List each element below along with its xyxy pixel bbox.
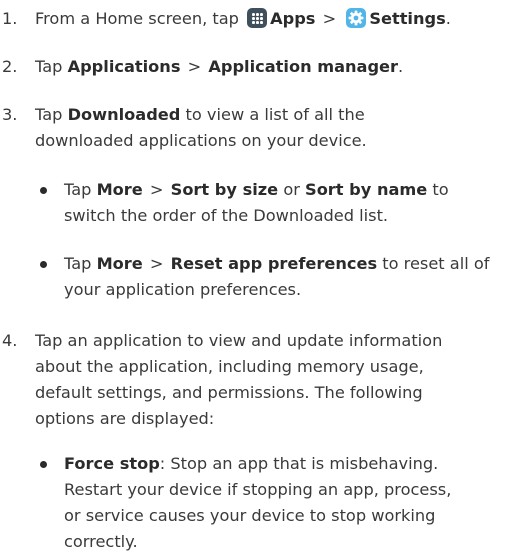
step-number: 2.: [2, 57, 18, 76]
step-text: Tap Applications > Application manager.: [35, 57, 404, 76]
settings-gear-icon: [346, 8, 367, 28]
apps-label: Apps: [270, 9, 316, 28]
bullet-dot: [40, 261, 47, 268]
step-number: 1.: [2, 9, 18, 28]
apps-grid-icon: [247, 8, 268, 28]
bullet-dot: [40, 461, 47, 468]
bullet-dot: [40, 187, 47, 194]
step-text: From a Home screen, tap Apps > Settings.: [35, 8, 451, 28]
step-text: Tap Downloaded to view a list of all the…: [35, 105, 367, 150]
settings-label: Settings: [369, 9, 446, 28]
document-page: 1. From a Home screen, tap Apps > Settin…: [0, 0, 524, 556]
step-number: 3.: [2, 105, 18, 124]
step-number: 4.: [2, 331, 18, 350]
step-text: Tap an application to view and update in…: [35, 331, 443, 428]
